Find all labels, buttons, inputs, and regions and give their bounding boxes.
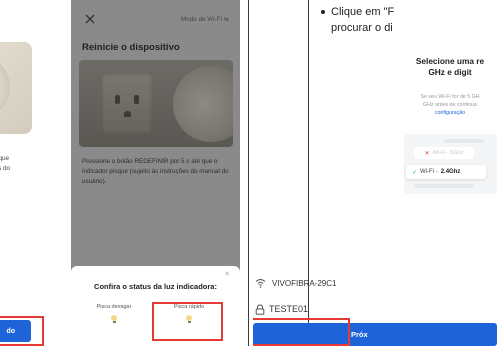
close-icon[interactable] (84, 13, 96, 25)
check-icon: ✓ (412, 169, 418, 176)
device-disc (0, 54, 10, 120)
wifi-heading: Selecione uma re GHz e digit (415, 56, 485, 77)
left-panel: até que ções do do sso Modo de Wi-Fi ⇆ R… (0, 0, 253, 346)
wifi-ssid-row[interactable]: VIVOFIBRA-29C1 (253, 276, 497, 290)
instruction-bullet: Clique em "F procurar o di (321, 4, 497, 36)
option-label: Pisca devagar (96, 304, 132, 310)
wifi-password-row[interactable]: TESTE01 (253, 302, 497, 316)
option-slow-blink[interactable]: Pisca devagar (85, 304, 143, 330)
page-title: Reinicie o dispositivo (82, 42, 180, 53)
phone-screen-step-b: Modo de Wi-Fi ⇆ Reinicie o dispositivo P… (71, 0, 240, 346)
socket-icon (101, 73, 153, 135)
bullet-dot (321, 10, 325, 15)
lock-icon (255, 303, 265, 315)
divider (248, 0, 249, 346)
sheet-close-icon[interactable]: ✕ (224, 270, 230, 278)
reset-instructions: Pressione o botão REDEFINIR por 5 s até … (82, 158, 229, 185)
bullet-line-2: procurar o di (331, 22, 393, 34)
device-icon (173, 66, 233, 142)
wifi-mode-switch[interactable]: Modo de Wi-Fi ⇆ (181, 16, 229, 23)
next-button[interactable]: do (0, 320, 31, 342)
wifi-24ghz-item: ✓ Wi-Fi - 2.4Ghz (406, 165, 486, 179)
wifi-5ghz-item: ✕ Wi-Fi - 5Ghz (414, 147, 474, 159)
bullet-line-1: Clique em "F (331, 6, 395, 18)
wifi-ssid: VIVOFIBRA-29C1 (272, 278, 337, 288)
right-panel: Clique em "F procurar o di Selecione uma… (253, 0, 497, 346)
wifi-password: TESTE01 (269, 304, 309, 314)
x-icon: ✕ (424, 150, 430, 157)
top-bar: Modo de Wi-Fi ⇆ (71, 0, 240, 38)
phone-screen-step-a: até que ções do do sso (0, 0, 50, 346)
sheet-title: Confira o status da luz indicadora: (94, 282, 217, 291)
wifi-mode-label: Modo de Wi-Fi (181, 16, 222, 23)
wifi-icon (255, 279, 266, 288)
reset-photo (79, 60, 233, 147)
step-description: até que ções do (0, 155, 11, 172)
divider (308, 0, 309, 346)
settings-link[interactable]: configuração (350, 109, 497, 117)
swap-icon: ⇆ (223, 17, 229, 23)
option-label: Pisca rápido (173, 304, 205, 310)
option-fast-blink[interactable]: Pisca rápido (160, 304, 218, 330)
wifi-band-card: ✕ Wi-Fi - 5Ghz ✓ Wi-Fi - 2.4Ghz (404, 134, 497, 194)
device-photo (0, 42, 32, 134)
next-button[interactable]: Próx (253, 323, 497, 346)
wifi-note: Se seu Wi-Fi for de 5 GH GHz antes de co… (350, 93, 497, 117)
indicator-sheet: ✕ Confira o status da luz indicadora: Pi… (71, 266, 240, 346)
